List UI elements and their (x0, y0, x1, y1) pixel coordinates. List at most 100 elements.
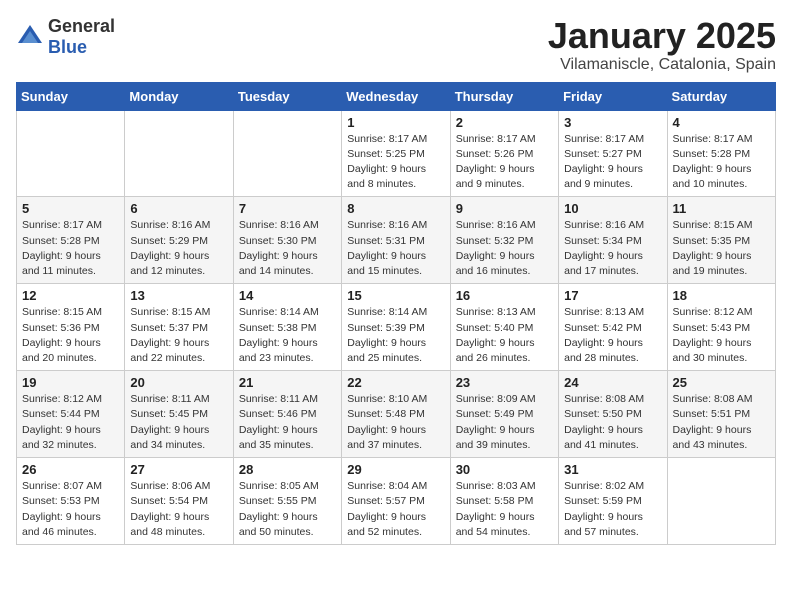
table-row: 16Sunrise: 8:13 AM Sunset: 5:40 PM Dayli… (450, 284, 558, 371)
day-info: Sunrise: 8:13 AM Sunset: 5:40 PM Dayligh… (456, 305, 553, 366)
header-friday: Friday (559, 82, 667, 110)
day-info: Sunrise: 8:17 AM Sunset: 5:28 PM Dayligh… (22, 218, 119, 279)
day-number: 24 (564, 375, 661, 390)
day-number: 31 (564, 462, 661, 477)
day-info: Sunrise: 8:15 AM Sunset: 5:35 PM Dayligh… (673, 218, 770, 279)
day-number: 21 (239, 375, 336, 390)
day-info: Sunrise: 8:14 AM Sunset: 5:38 PM Dayligh… (239, 305, 336, 366)
day-number: 4 (673, 115, 770, 130)
day-number: 6 (130, 201, 227, 216)
day-number: 15 (347, 288, 444, 303)
day-info: Sunrise: 8:08 AM Sunset: 5:51 PM Dayligh… (673, 392, 770, 453)
table-row: 21 Sunrise: 8:11 AM Sunset: 5:46 PM Dayli… (233, 371, 341, 458)
day-info: Sunrise: 8:10 AM Sunset: 5:48 PM Dayligh… (347, 392, 444, 453)
day-info: Sunrise: 8:11 AM Sunset: 5:45 PM Dayligh… (130, 392, 227, 453)
day-number: 7 (239, 201, 336, 216)
table-row: 10Sunrise: 8:16 AM Sunset: 5:34 PM Dayli… (559, 197, 667, 284)
day-number: 12 (22, 288, 119, 303)
day-number: 1 (347, 115, 444, 130)
day-number: 25 (673, 375, 770, 390)
day-number: 13 (130, 288, 227, 303)
day-number: 11 (673, 201, 770, 216)
month-title: January 2025 (548, 16, 776, 56)
table-row (667, 458, 775, 545)
day-info: Sunrise: 8:12 AM Sunset: 5:43 PM Dayligh… (673, 305, 770, 366)
day-number: 26 (22, 462, 119, 477)
table-row: 11 Sunrise: 8:15 AM Sunset: 5:35 PM Dayli… (667, 197, 775, 284)
table-row: 13 Sunrise: 8:15 AM Sunset: 5:37 PM Dayli… (125, 284, 233, 371)
day-info: Sunrise: 8:05 AM Sunset: 5:55 PM Dayligh… (239, 479, 336, 540)
day-info: Sunrise: 8:07 AM Sunset: 5:53 PM Dayligh… (22, 479, 119, 540)
table-row: 19 Sunrise: 8:12 AM Sunset: 5:44 PM Dayli… (17, 371, 125, 458)
day-info: Sunrise: 8:03 AM Sunset: 5:58 PM Dayligh… (456, 479, 553, 540)
day-info: Sunrise: 8:14 AM Sunset: 5:39 PM Dayligh… (347, 305, 444, 366)
table-row: 23 Sunrise: 8:09 AM Sunset: 5:49 PM Dayli… (450, 371, 558, 458)
day-number: 18 (673, 288, 770, 303)
calendar-week-row: 26 Sunrise: 8:07 AM Sunset: 5:53 PM Dayli… (17, 458, 776, 545)
header-tuesday: Tuesday (233, 82, 341, 110)
day-number: 17 (564, 288, 661, 303)
table-row: 18 Sunrise: 8:12 AM Sunset: 5:43 PM Dayli… (667, 284, 775, 371)
calendar-header-row: Sunday Monday Tuesday Wednesday Thursday… (17, 82, 776, 110)
day-info: Sunrise: 8:17 AM Sunset: 5:27 PM Dayligh… (564, 132, 661, 193)
calendar-week-row: 5 Sunrise: 8:17 AM Sunset: 5:28 PM Daylig… (17, 197, 776, 284)
table-row (233, 110, 341, 197)
day-info: Sunrise: 8:11 AM Sunset: 5:46 PM Dayligh… (239, 392, 336, 453)
header-thursday: Thursday (450, 82, 558, 110)
table-row: 12 Sunrise: 8:15 AM Sunset: 5:36 PM Dayli… (17, 284, 125, 371)
header-saturday: Saturday (667, 82, 775, 110)
table-row: 4 Sunrise: 8:17 AM Sunset: 5:28 PM Daylig… (667, 110, 775, 197)
day-number: 23 (456, 375, 553, 390)
table-row: 14 Sunrise: 8:14 AM Sunset: 5:38 PM Dayli… (233, 284, 341, 371)
day-number: 20 (130, 375, 227, 390)
header-wednesday: Wednesday (342, 82, 450, 110)
header-sunday: Sunday (17, 82, 125, 110)
table-row: 29 Sunrise: 8:04 AM Sunset: 5:57 PM Dayli… (342, 458, 450, 545)
day-info: Sunrise: 8:06 AM Sunset: 5:54 PM Dayligh… (130, 479, 227, 540)
table-row: 7 Sunrise: 8:16 AM Sunset: 5:30 PM Daylig… (233, 197, 341, 284)
table-row: 1Sunrise: 8:17 AM Sunset: 5:25 PM Daylig… (342, 110, 450, 197)
day-info: Sunrise: 8:16 AM Sunset: 5:34 PM Dayligh… (564, 218, 661, 279)
day-number: 3 (564, 115, 661, 130)
table-row: 27Sunrise: 8:06 AM Sunset: 5:54 PM Dayli… (125, 458, 233, 545)
day-info: Sunrise: 8:13 AM Sunset: 5:42 PM Dayligh… (564, 305, 661, 366)
header: General Blue January 2025 Vilamaniscle, … (16, 16, 776, 74)
day-number: 28 (239, 462, 336, 477)
calendar-week-row: 19 Sunrise: 8:12 AM Sunset: 5:44 PM Dayli… (17, 371, 776, 458)
table-row: 25 Sunrise: 8:08 AM Sunset: 5:51 PM Dayli… (667, 371, 775, 458)
day-number: 5 (22, 201, 119, 216)
day-number: 29 (347, 462, 444, 477)
table-row: 9 Sunrise: 8:16 AM Sunset: 5:32 PM Daylig… (450, 197, 558, 284)
logo-general: General (48, 16, 115, 36)
header-monday: Monday (125, 82, 233, 110)
table-row: 15 Sunrise: 8:14 AM Sunset: 5:39 PM Dayli… (342, 284, 450, 371)
table-row: 26 Sunrise: 8:07 AM Sunset: 5:53 PM Dayli… (17, 458, 125, 545)
day-info: Sunrise: 8:15 AM Sunset: 5:36 PM Dayligh… (22, 305, 119, 366)
day-info: Sunrise: 8:16 AM Sunset: 5:30 PM Dayligh… (239, 218, 336, 279)
calendar-week-row: 12 Sunrise: 8:15 AM Sunset: 5:36 PM Dayli… (17, 284, 776, 371)
table-row: 3 Sunrise: 8:17 AM Sunset: 5:27 PM Daylig… (559, 110, 667, 197)
logo-icon (16, 23, 44, 51)
day-number: 14 (239, 288, 336, 303)
table-row: 20 Sunrise: 8:11 AM Sunset: 5:45 PM Dayli… (125, 371, 233, 458)
day-info: Sunrise: 8:17 AM Sunset: 5:28 PM Dayligh… (673, 132, 770, 193)
day-number: 9 (456, 201, 553, 216)
day-info: Sunrise: 8:16 AM Sunset: 5:32 PM Dayligh… (456, 218, 553, 279)
logo: General Blue (16, 16, 115, 58)
table-row: 22Sunrise: 8:10 AM Sunset: 5:48 PM Dayli… (342, 371, 450, 458)
day-info: Sunrise: 8:12 AM Sunset: 5:44 PM Dayligh… (22, 392, 119, 453)
day-info: Sunrise: 8:08 AM Sunset: 5:50 PM Dayligh… (564, 392, 661, 453)
day-info: Sunrise: 8:15 AM Sunset: 5:37 PM Dayligh… (130, 305, 227, 366)
day-number: 2 (456, 115, 553, 130)
day-info: Sunrise: 8:16 AM Sunset: 5:31 PM Dayligh… (347, 218, 444, 279)
day-number: 19 (22, 375, 119, 390)
calendar: Sunday Monday Tuesday Wednesday Thursday… (16, 82, 776, 545)
table-row: 17 Sunrise: 8:13 AM Sunset: 5:42 PM Dayli… (559, 284, 667, 371)
day-number: 30 (456, 462, 553, 477)
table-row: 24 Sunrise: 8:08 AM Sunset: 5:50 PM Dayli… (559, 371, 667, 458)
table-row (17, 110, 125, 197)
title-area: January 2025 Vilamaniscle, Catalonia, Sp… (548, 16, 776, 74)
day-info: Sunrise: 8:04 AM Sunset: 5:57 PM Dayligh… (347, 479, 444, 540)
day-info: Sunrise: 8:09 AM Sunset: 5:49 PM Dayligh… (456, 392, 553, 453)
table-row: 31Sunrise: 8:02 AM Sunset: 5:59 PM Dayli… (559, 458, 667, 545)
